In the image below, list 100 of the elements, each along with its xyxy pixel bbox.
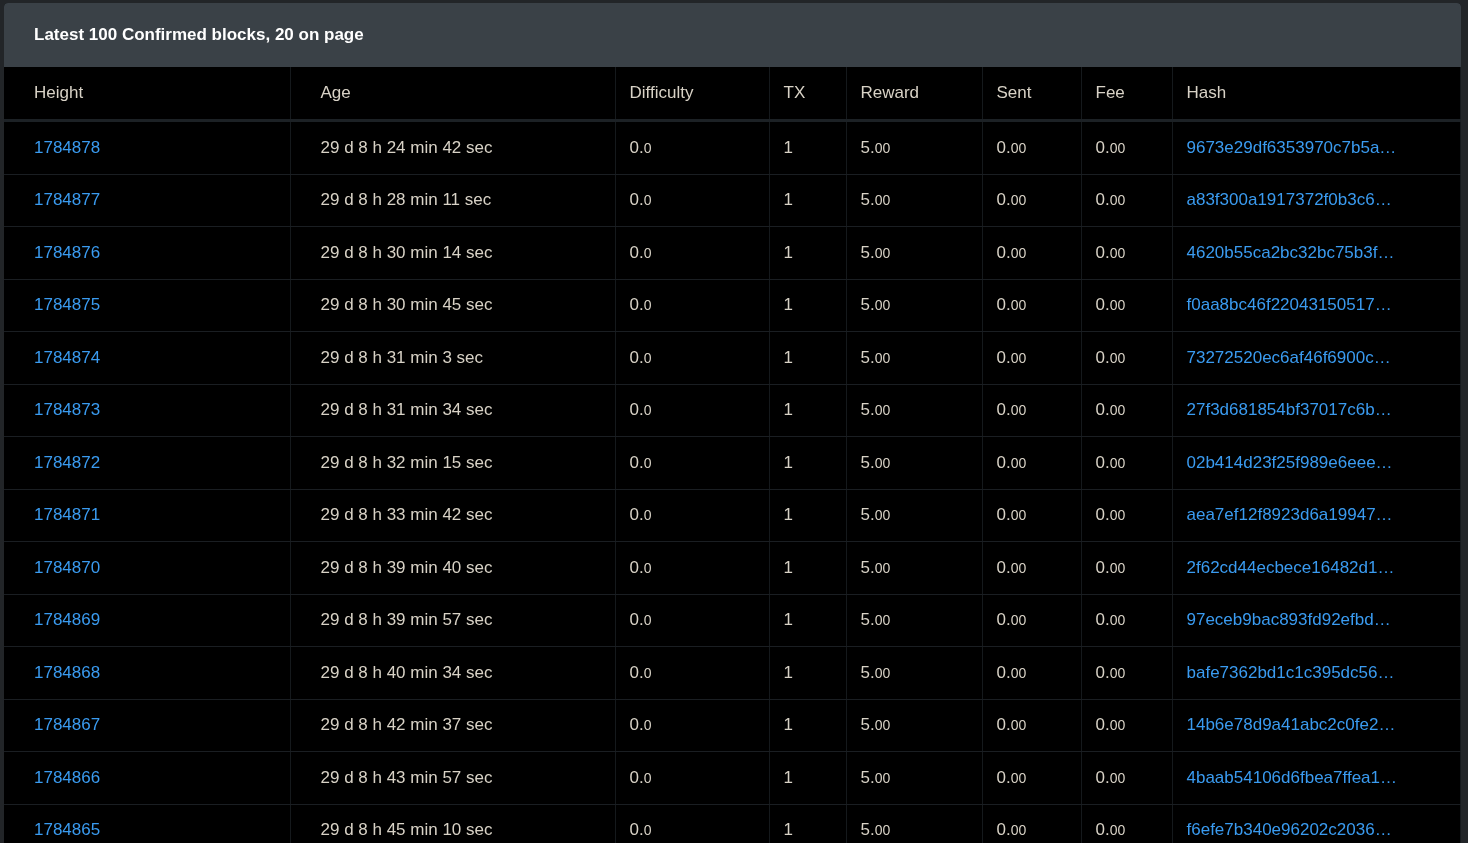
- block-height-link[interactable]: 1784865: [34, 820, 101, 841]
- amount-text: 0.0: [629, 610, 652, 631]
- block-hash-link[interactable]: 14b6e78d9a41abc2c0fe2…: [1186, 715, 1396, 736]
- amount-text: 5.00: [860, 137, 891, 158]
- amount-text: 0.00: [996, 715, 1027, 736]
- amount-text: 0.00: [1095, 715, 1126, 736]
- block-hash-link[interactable]: f6efe7b340e96202c2036…: [1186, 820, 1392, 841]
- amount-text: 0.00: [996, 400, 1027, 421]
- column-header: Reward: [860, 83, 920, 103]
- amount-text: 0.00: [996, 347, 1027, 368]
- cell-text: 1: [783, 137, 793, 158]
- amount-text: 5.00: [860, 557, 891, 578]
- amount-text: 0.00: [996, 452, 1027, 473]
- amount-text: 0.00: [996, 767, 1027, 788]
- block-height-link[interactable]: 1784874: [34, 347, 101, 368]
- cell-text: 1: [783, 452, 793, 473]
- cell-text: 1: [783, 505, 793, 526]
- cell-text: 29 d 8 h 30 min 14 sec: [320, 242, 493, 263]
- block-height-link[interactable]: 1784866: [34, 767, 101, 788]
- amount-text: 5.00: [860, 295, 891, 316]
- amount-text: 0.00: [1095, 452, 1126, 473]
- amount-text: 0.0: [629, 557, 652, 578]
- column-header: Height: [34, 83, 84, 103]
- amount-text: 0.00: [996, 190, 1027, 211]
- block-hash-link[interactable]: bafe7362bd1c1c395dc56…: [1186, 662, 1395, 683]
- amount-text: 0.00: [1095, 347, 1126, 368]
- amount-text: 0.00: [996, 137, 1027, 158]
- amount-text: 5.00: [860, 505, 891, 526]
- cell-text: 29 d 8 h 42 min 37 sec: [320, 715, 493, 736]
- amount-text: 0.00: [996, 662, 1027, 683]
- cell-text: 1: [783, 767, 793, 788]
- amount-text: 0.00: [996, 820, 1027, 841]
- amount-text: 0.00: [1095, 610, 1126, 631]
- block-height-link[interactable]: 1784877: [34, 190, 101, 211]
- amount-text: 0.0: [629, 452, 652, 473]
- amount-text: 0.00: [1095, 137, 1126, 158]
- amount-text: 0.0: [629, 715, 652, 736]
- amount-text: 0.00: [1095, 242, 1126, 263]
- block-hash-link[interactable]: 73272520ec6af46f6900c…: [1186, 347, 1391, 368]
- amount-text: 5.00: [860, 242, 891, 263]
- amount-text: 5.00: [860, 662, 891, 683]
- cell-text: 29 d 8 h 28 min 11 sec: [320, 190, 492, 211]
- block-height-link[interactable]: 1784869: [34, 610, 101, 631]
- amount-text: 5.00: [860, 610, 891, 631]
- amount-text: 0.00: [1095, 505, 1126, 526]
- block-hash-link[interactable]: 97eceb9bac893fd92efbd…: [1186, 610, 1391, 631]
- block-height-link[interactable]: 1784870: [34, 557, 101, 578]
- cell-text: 29 d 8 h 24 min 42 sec: [320, 137, 493, 158]
- cell-text: 29 d 8 h 43 min 57 sec: [320, 767, 493, 788]
- column-header: Difficulty: [629, 83, 694, 103]
- amount-text: 5.00: [860, 820, 891, 841]
- amount-text: 0.0: [629, 662, 652, 683]
- amount-text: 0.0: [629, 820, 652, 841]
- cell-text: 29 d 8 h 40 min 34 sec: [320, 662, 493, 683]
- amount-text: 0.00: [1095, 767, 1126, 788]
- block-hash-link[interactable]: 2f62cd44ecbece16482d1…: [1186, 557, 1395, 578]
- amount-text: 0.0: [629, 295, 652, 316]
- cell-text: 29 d 8 h 31 min 3 sec: [320, 347, 484, 368]
- amount-text: 0.0: [629, 767, 652, 788]
- cell-text: 1: [783, 295, 793, 316]
- block-height-link[interactable]: 1784875: [34, 295, 101, 316]
- block-hash-link[interactable]: a83f300a1917372f0b3c6…: [1186, 190, 1392, 211]
- cell-text: 1: [783, 715, 793, 736]
- amount-text: 5.00: [860, 767, 891, 788]
- block-hash-link[interactable]: f0aa8bc46f22043150517…: [1186, 295, 1392, 316]
- block-hash-link[interactable]: 27f3d681854bf37017c6b…: [1186, 400, 1392, 421]
- cell-text: 29 d 8 h 30 min 45 sec: [320, 295, 493, 316]
- cell-text: 29 d 8 h 32 min 15 sec: [320, 452, 493, 473]
- cell-text: 1: [783, 190, 793, 211]
- amount-text: 0.0: [629, 400, 652, 421]
- block-hash-link[interactable]: 4baab54106d6fbea7ffea1…: [1186, 767, 1397, 788]
- block-hash-link[interactable]: 4620b55ca2bc32bc75b3f…: [1186, 242, 1395, 263]
- block-height-link[interactable]: 1784878: [34, 137, 101, 158]
- cell-text: 29 d 8 h 39 min 40 sec: [320, 557, 493, 578]
- block-height-link[interactable]: 1784867: [34, 715, 101, 736]
- amount-text: 0.00: [1095, 190, 1126, 211]
- amount-text: 0.00: [1095, 557, 1126, 578]
- block-hash-link[interactable]: 02b414d23f25f989e6eee…: [1186, 452, 1393, 473]
- amount-text: 0.00: [996, 557, 1027, 578]
- amount-text: 0.0: [629, 505, 652, 526]
- amount-text: 5.00: [860, 347, 891, 368]
- column-header: Age: [320, 83, 351, 103]
- block-height-link[interactable]: 1784871: [34, 505, 101, 526]
- amount-text: 5.00: [860, 452, 891, 473]
- amount-text: 0.0: [629, 242, 652, 263]
- cell-text: 1: [783, 820, 793, 841]
- cell-text: 1: [783, 242, 793, 263]
- cell-text: 1: [783, 662, 793, 683]
- column-header: TX: [783, 83, 806, 103]
- block-height-link[interactable]: 1784876: [34, 242, 101, 263]
- cell-text: 29 d 8 h 31 min 34 sec: [320, 400, 493, 421]
- block-height-link[interactable]: 1784872: [34, 452, 101, 473]
- column-header: Fee: [1095, 83, 1125, 103]
- block-height-link[interactable]: 1784873: [34, 400, 101, 421]
- block-hash-link[interactable]: 9673e29df6353970c7b5a…: [1186, 137, 1397, 158]
- amount-text: 0.00: [1095, 820, 1126, 841]
- block-hash-link[interactable]: aea7ef12f8923d6a19947…: [1186, 505, 1393, 526]
- column-header: Hash: [1186, 83, 1227, 103]
- block-height-link[interactable]: 1784868: [34, 662, 101, 683]
- amount-text: 0.00: [1095, 295, 1126, 316]
